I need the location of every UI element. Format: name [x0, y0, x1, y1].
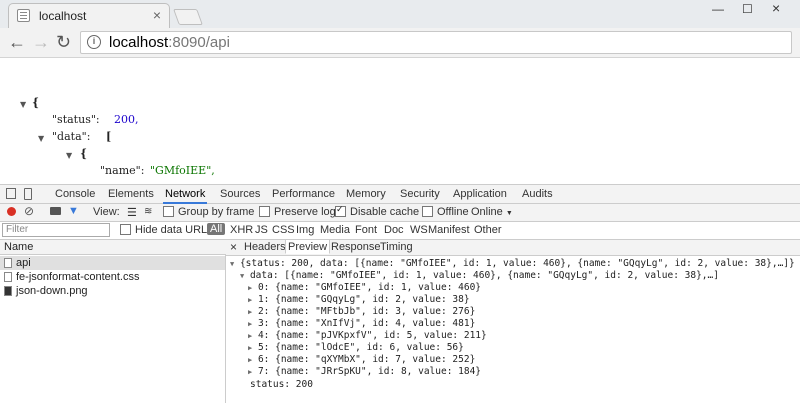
name-column-header[interactable]: Name	[0, 240, 226, 255]
url-text: localhost:8090/api	[109, 34, 230, 51]
minimize-icon[interactable]: —	[712, 2, 724, 16]
image-file-icon	[4, 286, 12, 296]
filter-xhr[interactable]: XHR	[230, 224, 253, 236]
json-key-data: "data":	[52, 130, 91, 143]
disable-cache-toggle[interactable]: Disable cache	[335, 204, 419, 218]
request-name: api	[16, 257, 31, 269]
preview-item[interactable]: ▶ 3: {name: "XnIfVj", id: 4, value: 481}	[248, 318, 475, 329]
page-content: ▼ { "status": 200, ▼ "data": [ ▼ { "name…	[0, 58, 800, 184]
filter-other[interactable]: Other	[474, 224, 502, 236]
clear-icon[interactable]: ⊘	[24, 204, 34, 218]
address-bar[interactable]: i localhost:8090/api	[80, 31, 792, 54]
hide-data-urls-toggle[interactable]: Hide data URLs	[120, 223, 213, 236]
tab-console[interactable]: Console	[55, 188, 95, 200]
inspect-icon[interactable]	[6, 188, 16, 199]
offline-toggle[interactable]: Offline	[422, 205, 469, 218]
large-rows-icon[interactable]: ☰	[127, 206, 137, 219]
filter-all[interactable]: All	[207, 223, 226, 235]
reload-icon[interactable]: ↻	[56, 32, 71, 52]
back-icon[interactable]: ←	[8, 32, 26, 52]
maximize-icon[interactable]: ☐	[742, 2, 753, 16]
tab-response[interactable]: Response	[331, 241, 381, 253]
info-icon[interactable]: i	[87, 35, 101, 49]
network-toolbar: ⊘ ▼ View: ☰ ≋ Group by frame Preserve lo…	[0, 204, 800, 222]
preview-status: status: 200	[250, 379, 313, 390]
tab-elements[interactable]: Elements	[108, 188, 154, 200]
view-label: View:	[93, 206, 120, 218]
request-row[interactable]: api	[0, 256, 225, 270]
group-by-frame-toggle[interactable]: Group by frame	[163, 205, 254, 218]
close-detail-icon[interactable]: ×	[230, 240, 237, 254]
preview-data[interactable]: ▼ data: [{name: "GMfoIEE", id: 1, value:…	[240, 270, 719, 281]
preview-item[interactable]: ▶ 0: {name: "GMfoIEE", id: 1, value: 460…	[248, 282, 481, 293]
file-icon	[4, 258, 12, 268]
filter-media[interactable]: Media	[320, 224, 350, 236]
filter-img[interactable]: Img	[296, 224, 314, 236]
json-brace: {	[32, 96, 40, 109]
request-name: fe-jsonformat-content.css	[16, 271, 140, 283]
filter-ws[interactable]: WS	[410, 224, 428, 236]
json-value-name: "GMfoIEE",	[150, 164, 215, 177]
overview-icon[interactable]: ≋	[144, 206, 152, 217]
screenshot-icon[interactable]	[50, 207, 61, 215]
browser-tab[interactable]: localhost ×	[8, 3, 170, 28]
request-name: json-down.png	[16, 285, 88, 297]
tab-memory[interactable]: Memory	[346, 188, 386, 200]
tab-audits[interactable]: Audits	[522, 188, 553, 200]
preview-item[interactable]: ▶ 5: {name: "lOdcE", id: 6, value: 56}	[248, 342, 464, 353]
filter-doc[interactable]: Doc	[384, 224, 404, 236]
request-row[interactable]: fe-jsonformat-content.css	[0, 270, 225, 284]
preserve-log-toggle[interactable]: Preserve log	[259, 205, 336, 218]
filter-js[interactable]: JS	[255, 224, 268, 236]
json-key-name: "name":	[100, 164, 145, 177]
filter-css[interactable]: CSS	[272, 224, 295, 236]
page-icon	[17, 9, 30, 22]
detail-pane: × Headers Preview Response Timing ▼ {sta…	[226, 239, 800, 403]
json-bracket: [	[106, 130, 112, 143]
tab-preview[interactable]: Preview	[285, 239, 331, 254]
preview-item[interactable]: ▶ 1: {name: "GQqyLg", id: 2, value: 38}	[248, 294, 470, 305]
new-tab-button[interactable]	[173, 9, 203, 25]
browser-toolbar: ← → ↻ i localhost:8090/api	[0, 28, 800, 58]
filter-input[interactable]: Filter	[2, 223, 110, 237]
tab-title: localhost	[39, 9, 87, 23]
preview-item[interactable]: ▶ 4: {name: "pJVKpxfV", id: 5, value: 21…	[248, 330, 487, 341]
preview-root[interactable]: ▼ {status: 200, data: [{name: "GMfoIEE",…	[230, 258, 795, 269]
tab-application[interactable]: Application	[453, 188, 507, 200]
tab-sources[interactable]: Sources	[220, 188, 260, 200]
filter-font[interactable]: Font	[355, 224, 377, 236]
collapse-icon[interactable]: ▼	[66, 151, 72, 160]
window-close-icon[interactable]: ×	[772, 0, 780, 16]
filter-manifest[interactable]: Manifest	[428, 224, 470, 236]
close-tab-icon[interactable]: ×	[153, 7, 161, 23]
tab-timing[interactable]: Timing	[380, 241, 413, 253]
throttling-select[interactable]: Online ▼	[471, 206, 513, 218]
file-icon	[4, 272, 12, 282]
request-row[interactable]: json-down.png	[0, 284, 225, 298]
request-list: Name api fe-jsonformat-content.css json-…	[0, 240, 226, 403]
preview-item[interactable]: ▶ 7: {name: "JRrSpKU", id: 8, value: 184…	[248, 366, 481, 377]
tab-network[interactable]: Network	[162, 188, 208, 204]
tab-performance[interactable]: Performance	[272, 188, 335, 200]
tab-strip: localhost × — ☐ ×	[0, 0, 800, 28]
preview-item[interactable]: ▶ 6: {name: "qXYMbX", id: 7, value: 252}	[248, 354, 475, 365]
tab-headers[interactable]: Headers	[244, 241, 286, 253]
collapse-icon[interactable]: ▼	[20, 100, 26, 109]
device-toolbar-icon[interactable]	[24, 188, 32, 200]
json-key-status: "status":	[52, 113, 100, 126]
detail-tabbar: × Headers Preview Response Timing	[226, 239, 800, 256]
filter-icon[interactable]: ▼	[68, 205, 79, 217]
json-value-status: 200,	[114, 113, 139, 126]
devtools-tabbar: Console Elements Network Sources Perform…	[0, 184, 800, 204]
preview-item[interactable]: ▶ 2: {name: "MFtbJb", id: 3, value: 276}	[248, 306, 475, 317]
tab-security[interactable]: Security	[400, 188, 440, 200]
record-icon[interactable]	[7, 207, 16, 216]
collapse-icon[interactable]: ▼	[38, 134, 44, 143]
forward-icon[interactable]: →	[32, 32, 50, 52]
json-brace: {	[80, 147, 88, 160]
filter-bar: Filter Hide data URLs All XHR JS CSS Img…	[0, 222, 800, 240]
